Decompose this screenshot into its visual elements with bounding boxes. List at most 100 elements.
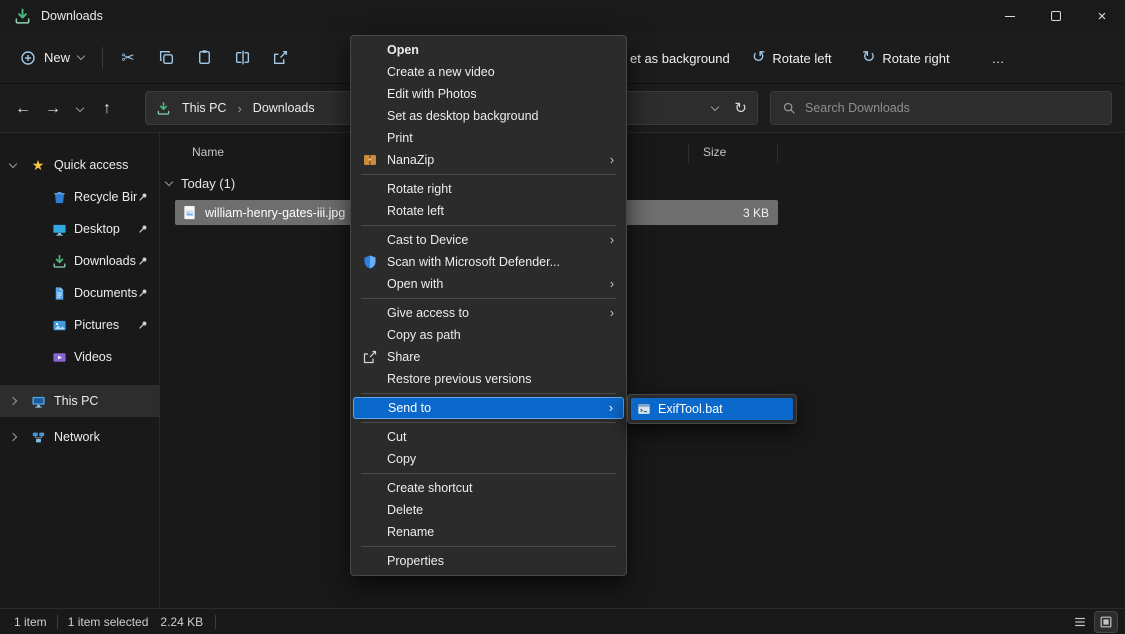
- selection-summary: 1 item selected: [68, 615, 149, 629]
- maximize-button[interactable]: [1033, 0, 1079, 32]
- menu-item-print[interactable]: Print: [353, 127, 624, 149]
- back-button[interactable]: ←: [8, 93, 38, 125]
- rename-icon: [234, 49, 251, 66]
- details-view-icon: [1073, 615, 1087, 629]
- copy-button[interactable]: [147, 40, 185, 76]
- submenu-item-label: ExifTool.bat: [658, 402, 723, 416]
- menu-item-label: Copy as path: [387, 328, 461, 342]
- column-header-name[interactable]: Name: [192, 145, 224, 159]
- chevron-down-icon: [76, 103, 84, 111]
- set-as-background-label: et as background: [630, 51, 730, 66]
- menu-item-label: Rotate right: [387, 182, 452, 196]
- search-box[interactable]: [770, 91, 1112, 125]
- thumbnail-view-button[interactable]: [1095, 612, 1117, 632]
- forward-button[interactable]: →: [38, 93, 68, 125]
- menu-item-copy-as-path[interactable]: Copy as path: [353, 324, 624, 346]
- sidebar-item-label: Recycle Bin: [74, 190, 137, 204]
- recent-locations-button[interactable]: [68, 93, 92, 125]
- sidebar-item-label: This PC: [54, 394, 159, 408]
- breadcrumb-downloads[interactable]: Downloads: [249, 99, 319, 117]
- sidebar-item-this-pc[interactable]: This PC: [0, 385, 159, 417]
- refresh-button[interactable]: ↻: [734, 99, 747, 117]
- group-header-today[interactable]: Today (1): [166, 173, 235, 193]
- file-size: 3 KB: [743, 206, 769, 220]
- rotate-left-icon: ↺: [752, 50, 765, 66]
- up-button[interactable]: ↑: [92, 93, 122, 125]
- chevron-down-icon: [165, 177, 173, 185]
- column-header-size[interactable]: Size: [703, 145, 726, 159]
- menu-item-send-to[interactable]: Send to ›: [353, 397, 624, 419]
- submenu-arrow-icon: ›: [610, 149, 614, 171]
- forward-icon: →: [45, 100, 61, 118]
- menu-item-label: Open with: [387, 277, 443, 291]
- menu-item-copy[interactable]: Copy: [353, 448, 624, 470]
- more-options-button[interactable]: …: [983, 40, 1013, 76]
- submenu-item-exiftool[interactable]: ExifTool.bat: [631, 398, 793, 420]
- menu-item-label: Properties: [387, 554, 444, 568]
- menu-item-open-with[interactable]: Open with ›: [353, 273, 624, 295]
- column-separator[interactable]: [688, 144, 689, 163]
- recycle-bin-icon: [52, 190, 67, 205]
- address-dropdown-icon[interactable]: [711, 102, 719, 110]
- sidebar-item-pictures[interactable]: Pictures: [0, 309, 159, 341]
- sidebar-item-label: Quick access: [54, 158, 159, 172]
- back-icon: ←: [15, 100, 31, 118]
- menu-item-rename[interactable]: Rename: [353, 521, 624, 543]
- details-view-button[interactable]: [1069, 612, 1091, 632]
- file-list-pane: Name Size Today (1) william-henry-gates-…: [161, 133, 1125, 608]
- menu-item-edit-with-photos[interactable]: Edit with Photos: [353, 83, 624, 105]
- group-header-label: Today (1): [181, 176, 235, 191]
- paste-button[interactable]: [185, 40, 223, 76]
- nanazip-icon: [362, 152, 378, 168]
- menu-item-set-as-desktop-background[interactable]: Set as desktop background: [353, 105, 624, 127]
- menu-item-delete[interactable]: Delete: [353, 499, 624, 521]
- chevron-right-icon: [9, 433, 17, 441]
- pin-icon: [137, 191, 149, 203]
- menu-item-give-access-to[interactable]: Give access to ›: [353, 302, 624, 324]
- rotate-right-button[interactable]: ↻ Rotate right: [862, 40, 950, 76]
- rotate-left-button[interactable]: ↺ Rotate left: [752, 40, 832, 76]
- minimize-button[interactable]: [987, 0, 1033, 32]
- sidebar-item-label: Documents: [74, 286, 137, 300]
- cut-button[interactable]: ✂: [109, 40, 147, 76]
- menu-item-cast-to-device[interactable]: Cast to Device ›: [353, 229, 624, 251]
- menu-item-scan-with-defender[interactable]: Scan with Microsoft Defender...: [353, 251, 624, 273]
- menu-item-open[interactable]: Open: [353, 39, 624, 61]
- new-button[interactable]: New: [8, 40, 96, 76]
- set-as-background-button[interactable]: et as background: [630, 40, 730, 76]
- pictures-icon: [52, 318, 67, 333]
- sidebar-item-recycle-bin[interactable]: Recycle Bin: [0, 181, 159, 213]
- breadcrumb-this-pc[interactable]: This PC: [178, 99, 230, 117]
- sidebar-item-network[interactable]: Network: [0, 421, 159, 453]
- close-button[interactable]: ×: [1079, 0, 1125, 32]
- menu-item-rotate-right[interactable]: Rotate right: [353, 178, 624, 200]
- sidebar-item-quick-access[interactable]: ★ Quick access: [0, 149, 159, 181]
- share-button[interactable]: [261, 40, 299, 76]
- column-headers: Name Size: [161, 141, 1125, 165]
- sidebar-item-desktop[interactable]: Desktop: [0, 213, 159, 245]
- column-separator[interactable]: [777, 144, 778, 163]
- item-count: 1 item: [14, 615, 47, 629]
- menu-item-properties[interactable]: Properties: [353, 550, 624, 572]
- chevron-down-icon: [77, 52, 85, 60]
- share-icon: [272, 49, 289, 66]
- rotate-right-label: Rotate right: [882, 51, 949, 66]
- pin-icon: [137, 319, 149, 331]
- search-input[interactable]: [805, 101, 1100, 115]
- rename-button[interactable]: [223, 40, 261, 76]
- rotate-left-label: Rotate left: [772, 51, 831, 66]
- sidebar-item-downloads[interactable]: Downloads: [0, 245, 159, 277]
- paste-icon: [196, 49, 213, 66]
- menu-item-restore-previous-versions[interactable]: Restore previous versions: [353, 368, 624, 390]
- menu-item-share[interactable]: Share: [353, 346, 624, 368]
- menu-item-rotate-left[interactable]: Rotate left: [353, 200, 624, 222]
- toolbar-divider: [102, 47, 103, 69]
- menu-item-create-shortcut[interactable]: Create shortcut: [353, 477, 624, 499]
- sidebar-item-videos[interactable]: Videos: [0, 341, 159, 373]
- menu-item-nanazip[interactable]: NanaZip ›: [353, 149, 624, 171]
- menu-item-create-a-new-video[interactable]: Create a new video: [353, 61, 624, 83]
- menu-item-label: Rename: [387, 525, 434, 539]
- network-icon: [31, 430, 46, 445]
- sidebar-item-documents[interactable]: Documents: [0, 277, 159, 309]
- menu-item-cut[interactable]: Cut: [353, 426, 624, 448]
